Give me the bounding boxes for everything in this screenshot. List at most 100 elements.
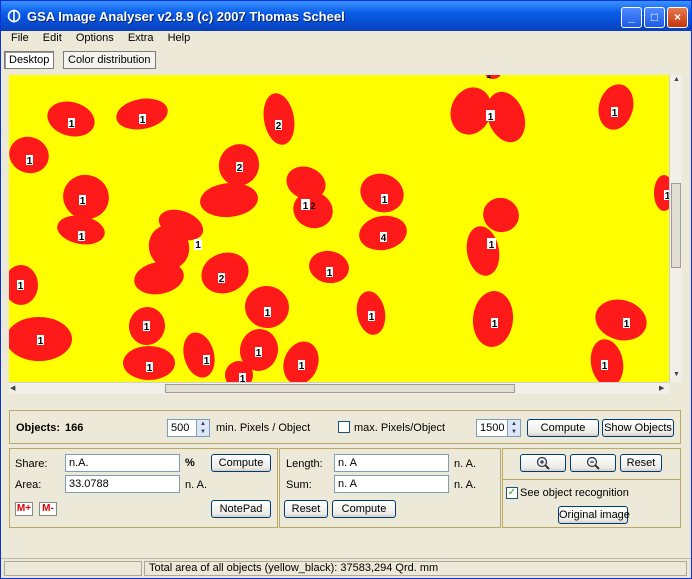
object-label: 1 [299, 361, 305, 372]
memory-plus-button[interactable]: M+ [15, 502, 33, 516]
scroll-right-icon[interactable]: ▶ [659, 384, 664, 392]
object-label: 2 [237, 163, 243, 174]
min-pixels-input[interactable]: 500 [167, 419, 197, 437]
object-label: 1 [303, 201, 309, 212]
area-label: Area: [15, 479, 42, 491]
object-label: 1 [256, 348, 262, 359]
object-label: 4 [381, 233, 387, 244]
object-blob [466, 226, 500, 276]
object-label: 1 [382, 195, 388, 206]
object-label: 1 [612, 108, 618, 119]
reset-length-button[interactable]: Reset [284, 500, 328, 518]
window-title: GSA Image Analyser v2.8.9 (c) 2007 Thoma… [27, 9, 345, 24]
minimize-button[interactable]: _ [621, 7, 642, 28]
length-sum-panel: Length: n. A n. A. Sum: n. A n. A. Reset… [279, 448, 501, 528]
object-label: 1 [18, 281, 24, 292]
app-window: GSA Image Analyser v2.8.9 (c) 2007 Thoma… [0, 0, 692, 579]
object-blob [183, 332, 215, 378]
original-image-button[interactable]: Original image [558, 506, 630, 524]
length-unit: n. A. [454, 458, 477, 470]
object-label: 2 [276, 121, 282, 132]
spin-up-icon[interactable]: ▲ [508, 420, 520, 428]
spin-up-icon[interactable]: ▲ [197, 420, 209, 428]
sum-field[interactable]: n. A [334, 475, 449, 493]
object-label: 1 [79, 232, 85, 243]
objects-label: Objects: [16, 422, 61, 434]
min-pixels-stepper[interactable]: ▲ ▼ [196, 419, 210, 437]
min-pixels-label: min. Pixels / Object [216, 422, 311, 434]
objects-count: 166 [65, 422, 84, 434]
maximize-button[interactable]: □ [644, 7, 665, 28]
zoom-in-button[interactable] [520, 454, 566, 472]
area-field[interactable]: 33.0788 [65, 475, 180, 493]
max-pixels-stepper[interactable]: ▲ ▼ [507, 419, 521, 437]
share-unit: % [185, 457, 195, 469]
max-pixels-checkbox[interactable] [338, 421, 350, 433]
show-objects-button[interactable]: Show Objects [602, 419, 674, 437]
memory-minus-button[interactable]: M- [39, 502, 57, 516]
max-pixels-input[interactable]: 1500 [476, 419, 508, 437]
compute-length-button[interactable]: Compute [332, 500, 396, 518]
object-label: 1 [369, 312, 375, 323]
object-blob [263, 93, 295, 145]
tab-color-distribution[interactable]: Color distribution [63, 51, 156, 69]
status-cell [4, 561, 142, 576]
image-canvas[interactable]: 1 1 2 1 1 1 2 1 1 1 1 4 1 2 1 1 1 1 1 1 … [9, 75, 669, 382]
object-blob [590, 339, 624, 382]
zoom-out-icon [586, 456, 600, 470]
share-field[interactable]: n.A. [65, 454, 180, 472]
object-label: 1 [140, 115, 146, 126]
objects-panel: Objects: 166 500 ▲ ▼ min. Pixels / Object… [9, 410, 681, 444]
spin-down-icon[interactable]: ▼ [197, 428, 209, 436]
object-blob [360, 173, 404, 213]
status-bar: Total area of all objects (yellow_black)… [1, 558, 691, 578]
menu-bar: File Edit Options Extra Help [5, 32, 194, 48]
object-label: 1 [265, 308, 271, 319]
horizontal-scroll-thumb[interactable] [165, 384, 515, 393]
object-label: 1 [602, 361, 608, 372]
compute-share-button[interactable]: Compute [211, 454, 271, 472]
reset-zoom-button[interactable]: Reset [620, 454, 662, 472]
object-blob [200, 182, 258, 218]
vertical-scrollbar[interactable]: ▲ ▼ [669, 75, 682, 382]
see-object-recognition-label: See object recognition [520, 487, 629, 499]
sum-label: Sum: [286, 479, 312, 491]
object-label: 1 [624, 319, 630, 330]
max-pixels-label: max. Pixels/Object [354, 422, 446, 434]
object-label: 1 [486, 75, 491, 80]
vertical-scroll-thumb[interactable] [671, 183, 681, 268]
zoom-out-button[interactable] [570, 454, 616, 472]
object-label: 1 [492, 319, 498, 330]
object-label: 1 [69, 119, 75, 130]
area-unit: n. A. [185, 479, 208, 491]
see-object-recognition-checkbox[interactable]: ✓ [506, 487, 518, 499]
spin-down-icon[interactable]: ▼ [508, 428, 520, 436]
menu-help[interactable]: Help [168, 32, 191, 44]
scroll-down-icon[interactable]: ▼ [673, 371, 680, 378]
share-label: Share: [15, 458, 48, 470]
status-text: Total area of all objects (yellow_black)… [144, 561, 687, 576]
object-label: 1 [488, 112, 494, 123]
object-label: 1 [80, 196, 86, 207]
zoom-in-icon [536, 456, 550, 470]
compute-objects-button[interactable]: Compute [527, 419, 599, 437]
menu-extra[interactable]: Extra [128, 32, 154, 44]
scroll-left-icon[interactable]: ◀ [10, 384, 15, 392]
blood-cell-image: 1 1 2 1 1 1 2 1 1 1 1 4 1 2 1 1 1 1 1 1 … [9, 75, 669, 382]
notepad-button[interactable]: NotePad [211, 500, 271, 518]
object-label: 1 [489, 240, 495, 251]
length-field[interactable]: n. A [334, 454, 449, 472]
title-bar[interactable]: GSA Image Analyser v2.8.9 (c) 2007 Thoma… [1, 1, 691, 31]
object-blob [595, 299, 647, 341]
object-label: 1 [204, 356, 210, 367]
scroll-up-icon[interactable]: ▲ [673, 76, 680, 83]
tab-desktop[interactable]: Desktop [4, 51, 55, 69]
menu-options[interactable]: Options [76, 32, 114, 44]
menu-file[interactable]: File [11, 32, 29, 44]
menu-edit[interactable]: Edit [43, 32, 62, 44]
object-label: 1 [195, 240, 201, 251]
sum-unit: n. A. [454, 479, 477, 491]
close-button[interactable]: × [667, 7, 688, 28]
horizontal-scrollbar[interactable]: ◀ ▶ [9, 382, 669, 394]
object-blob [283, 341, 319, 382]
